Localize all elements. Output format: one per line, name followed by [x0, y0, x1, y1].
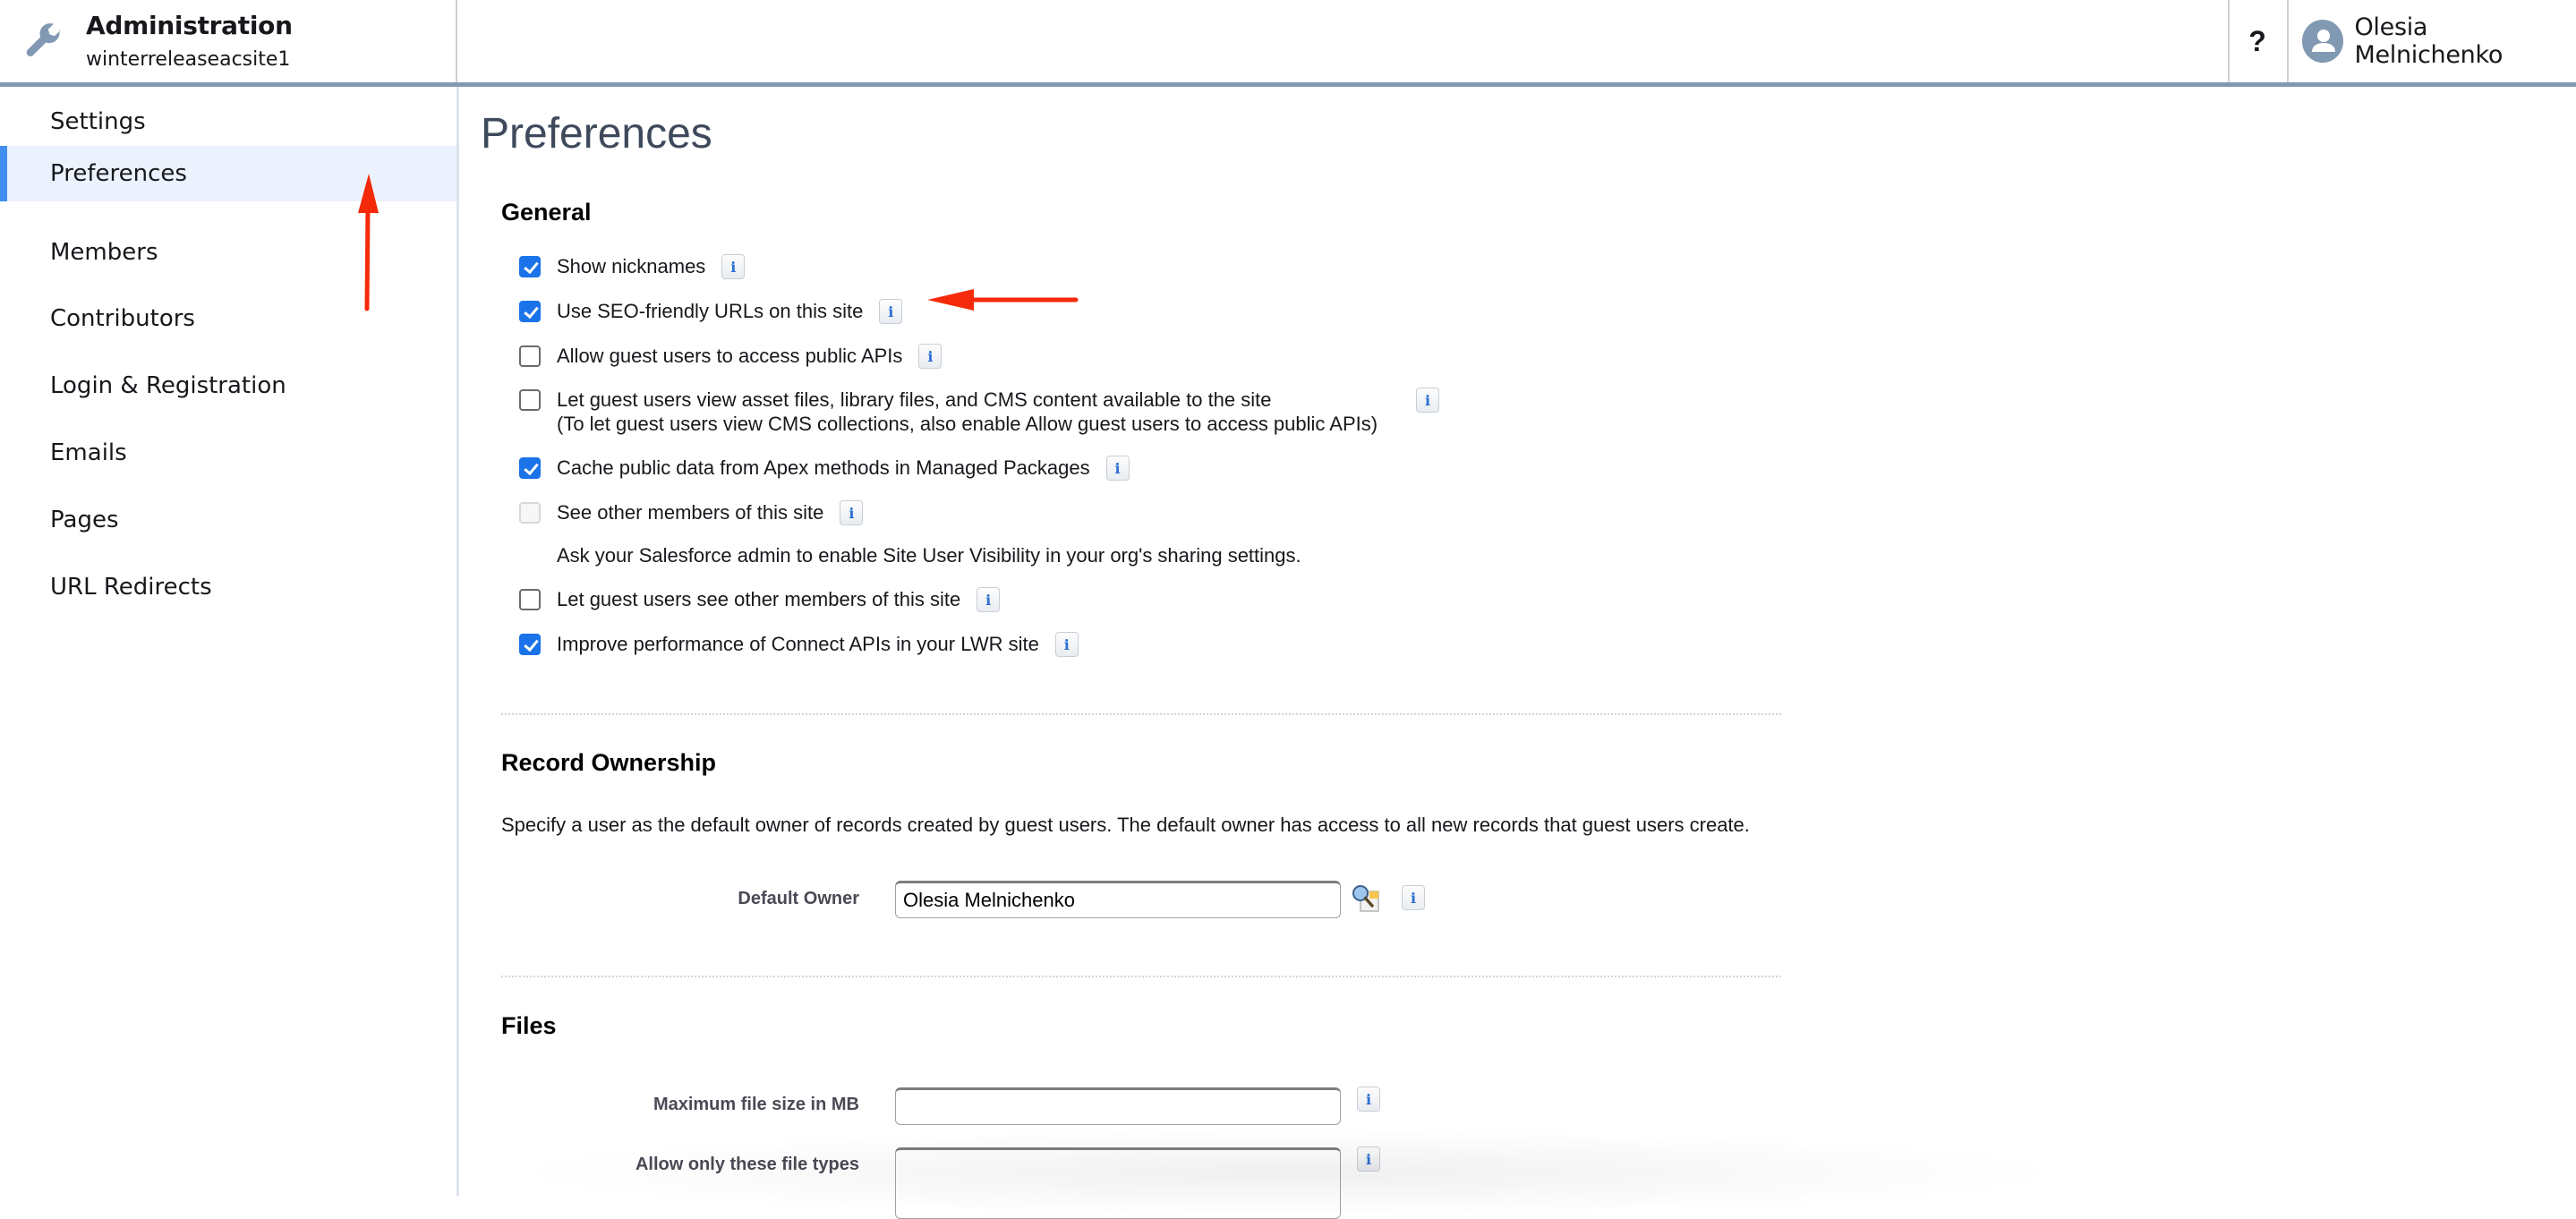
- file-types-input[interactable]: [895, 1147, 1341, 1219]
- annotation-arrow-left-icon: [927, 289, 1079, 311]
- help-button[interactable]: ?: [2229, 20, 2286, 63]
- site-visibility-note: Ask your Salesforce admin to enable Site…: [557, 544, 1301, 567]
- see-other-members-checkbox: [519, 502, 541, 524]
- guest-see-members-checkbox[interactable]: [519, 589, 541, 610]
- cache-apex-checkbox[interactable]: [519, 457, 541, 479]
- section-divider: [501, 976, 1781, 977]
- default-owner-input[interactable]: [895, 881, 1341, 918]
- app-title: Administration: [86, 11, 293, 40]
- sidebar-item-url-redirects[interactable]: URL Redirects: [0, 559, 456, 615]
- annotation-arrow-up-icon: [358, 174, 379, 311]
- option-guest-public-apis: Allow guest users to access public APIs …: [519, 344, 943, 369]
- option-guest-view-assets: Let guest users view asset files, librar…: [519, 388, 1439, 436]
- page-title: Preferences: [481, 110, 712, 158]
- info-icon[interactable]: i: [840, 500, 864, 525]
- guest-view-assets-checkbox[interactable]: [519, 389, 541, 411]
- option-connect-api-performance: Improve performance of Connect APIs in y…: [519, 632, 1079, 657]
- info-icon[interactable]: i: [918, 344, 943, 369]
- max-file-size-input[interactable]: [895, 1087, 1341, 1125]
- option-label: Allow guest users to access public APIs: [557, 345, 903, 367]
- info-icon[interactable]: i: [1416, 388, 1439, 413]
- section-heading-general: General: [501, 199, 592, 226]
- top-header: Administration winterreleaseacsite1 ? Ol…: [0, 0, 2576, 87]
- option-sublabel: (To let guest users view CMS collections…: [557, 413, 1378, 435]
- info-icon[interactable]: i: [1357, 1147, 1380, 1172]
- show-nicknames-checkbox[interactable]: [519, 256, 541, 277]
- lookup-search-icon[interactable]: [1350, 882, 1382, 915]
- user-menu[interactable]: Olesia Melnichenko: [2302, 13, 2576, 69]
- option-show-nicknames: Show nicknames i: [519, 254, 746, 279]
- section-heading-files: Files: [501, 1012, 557, 1039]
- user-icon: [2312, 30, 2335, 52]
- option-label-block: Let guest users view asset files, librar…: [557, 388, 1402, 436]
- info-icon[interactable]: i: [1402, 885, 1425, 910]
- section-heading-record-ownership: Record Ownership: [501, 749, 717, 776]
- user-name: Olesia Melnichenko: [2354, 13, 2503, 69]
- option-label: Improve performance of Connect APIs in y…: [557, 633, 1039, 655]
- option-label: Let guest users see other members of thi…: [557, 588, 961, 610]
- option-see-other-members: See other members of this site i: [519, 500, 864, 525]
- sidebar-item-pages[interactable]: Pages: [0, 492, 456, 548]
- max-file-size-label: Maximum file size in MB: [653, 1095, 859, 1114]
- default-owner-label: Default Owner: [738, 889, 859, 908]
- section-divider: [501, 713, 1781, 715]
- option-label: See other members of this site: [557, 501, 824, 524]
- option-label: Let guest users view asset files, librar…: [557, 388, 1272, 411]
- option-label: Show nicknames: [557, 255, 706, 277]
- option-label: Cache public data from Apex methods in M…: [557, 456, 1090, 479]
- site-name: winterreleaseacsite1: [86, 48, 291, 71]
- info-icon[interactable]: i: [721, 254, 746, 279]
- info-icon[interactable]: i: [879, 299, 903, 324]
- sidebar-item-settings[interactable]: Settings: [0, 94, 456, 149]
- option-seo-friendly-urls: Use SEO-friendly URLs on this site i: [519, 299, 903, 324]
- sidebar-item-emails[interactable]: Emails: [0, 425, 456, 481]
- info-icon[interactable]: i: [1357, 1087, 1380, 1112]
- option-guest-see-members: Let guest users see other members of thi…: [519, 587, 1001, 612]
- header-divider: [2287, 0, 2289, 82]
- seo-friendly-urls-checkbox[interactable]: [519, 301, 541, 322]
- option-cache-apex: Cache public data from Apex methods in M…: [519, 456, 1130, 481]
- wrench-icon: [26, 23, 61, 56]
- header-divider: [456, 0, 457, 82]
- info-icon[interactable]: i: [1054, 632, 1079, 657]
- info-icon[interactable]: i: [977, 587, 1001, 612]
- avatar: [2302, 20, 2344, 63]
- connect-api-performance-checkbox[interactable]: [519, 634, 541, 655]
- file-types-label: Allow only these file types: [635, 1155, 859, 1174]
- guest-public-apis-checkbox[interactable]: [519, 345, 541, 367]
- sidebar-item-login-registration[interactable]: Login & Registration: [0, 358, 456, 413]
- record-ownership-description: Specify a user as the default owner of r…: [501, 814, 1750, 836]
- info-icon[interactable]: i: [1105, 456, 1130, 481]
- option-label: Use SEO-friendly URLs on this site: [557, 300, 864, 322]
